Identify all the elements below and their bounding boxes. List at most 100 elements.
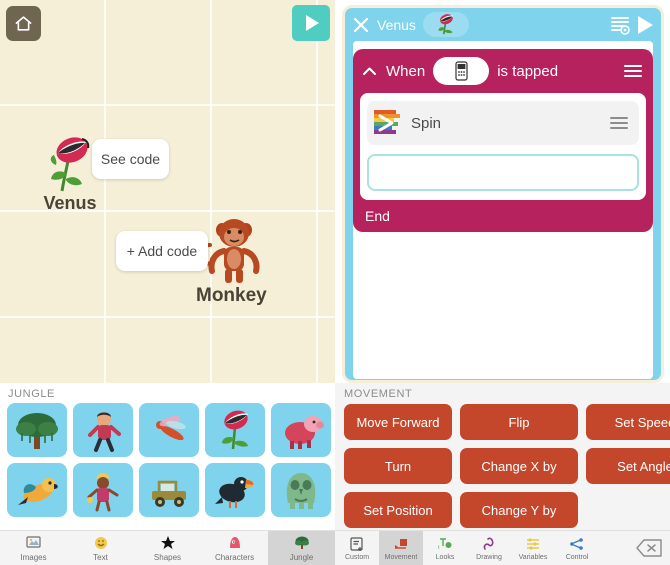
- text-icon: [93, 535, 109, 551]
- tab-images[interactable]: Images: [0, 531, 67, 565]
- tab-shapes[interactable]: Shapes: [134, 531, 201, 565]
- see-code-button[interactable]: See code: [92, 139, 169, 179]
- block-move-forward[interactable]: Move Forward: [344, 404, 452, 440]
- close-icon[interactable]: [352, 16, 370, 34]
- tab-label-images: Images: [20, 553, 47, 562]
- tab-label-characters: Characters: [214, 553, 255, 562]
- sprite-tile-tree[interactable]: [7, 403, 67, 457]
- dragonfly-icon: [156, 415, 186, 441]
- tab-movement[interactable]: Movement: [379, 530, 423, 565]
- play-button[interactable]: [292, 5, 330, 41]
- venus-flytrap-sprite: [438, 14, 454, 35]
- block-change-x-by[interactable]: Change X by: [460, 448, 578, 484]
- editor-sprite-thumb[interactable]: [422, 12, 469, 37]
- block-set-position[interactable]: Set Position: [344, 492, 452, 528]
- movement-palette-title: MOVEMENT: [344, 388, 413, 400]
- sprite-tile-venus-flytrap[interactable]: [205, 403, 265, 457]
- device-icon: [455, 61, 468, 81]
- block-body: Spin: [353, 93, 653, 200]
- jeep-icon: [152, 480, 186, 507]
- tab-text[interactable]: Text: [67, 531, 134, 565]
- play-icon[interactable]: [638, 15, 653, 34]
- block-set-speed[interactable]: Set Speed: [586, 404, 670, 440]
- sprite-tile-jeep[interactable]: [139, 463, 199, 517]
- tab-label-control: Control: [565, 553, 589, 561]
- rainbow-block-icon: [374, 110, 400, 134]
- spin-block[interactable]: Spin: [367, 101, 639, 145]
- device-slot[interactable]: [433, 57, 490, 85]
- chevron-up-icon[interactable]: [361, 63, 378, 80]
- sprite-tile-parrot[interactable]: [7, 463, 67, 517]
- sprite-tile-dancer[interactable]: [73, 463, 133, 517]
- tab-label-jungle: Jungle: [289, 553, 314, 562]
- end-label: End: [365, 208, 390, 224]
- jungle-boy-icon: [88, 412, 121, 452]
- empty-drop-slot[interactable]: [367, 154, 639, 191]
- character-venus[interactable]: Venus: [42, 133, 98, 214]
- add-code-button[interactable]: + Add code: [116, 231, 208, 271]
- home-icon: [15, 16, 32, 31]
- when-tapped-block[interactable]: When is tapped: [353, 49, 653, 93]
- tab-jungle[interactable]: Jungle: [268, 531, 335, 565]
- parrot-icon: [18, 478, 58, 505]
- tab-label-movement: Movement: [384, 553, 418, 561]
- tab-label-shapes: Shapes: [153, 553, 182, 562]
- svg-text:t: t: [438, 545, 440, 551]
- tab-characters[interactable]: Characters: [201, 531, 268, 565]
- control-icon: [569, 536, 585, 552]
- drawing-icon: [481, 536, 497, 552]
- sprite-tile-toucan[interactable]: [205, 463, 265, 517]
- tab-control[interactable]: Control: [555, 531, 599, 565]
- tab-label-text: Text: [93, 553, 108, 562]
- stage-canvas[interactable]: Venus Monkey See code + Add code: [0, 0, 335, 383]
- sprite-tile-boar[interactable]: [271, 403, 331, 457]
- green-monster-icon: [286, 473, 316, 509]
- block-change-y-by[interactable]: Change Y by: [460, 492, 578, 528]
- sprite-tile-grid: [0, 403, 335, 517]
- tab-label-looks: Looks: [435, 553, 455, 561]
- block-set-angle[interactable]: Set Angle: [586, 448, 670, 484]
- tab-variables[interactable]: Variables: [511, 531, 555, 565]
- jungle-tree-icon: [294, 535, 310, 551]
- left-tabbar: Images Text Shapes Characters Jungle: [0, 530, 335, 565]
- delete-backspace-icon[interactable]: [635, 538, 663, 558]
- hamburger-icon[interactable]: [623, 63, 643, 79]
- home-button[interactable]: [6, 6, 41, 41]
- play-icon: [306, 15, 319, 31]
- dancer-icon: [87, 473, 119, 512]
- view-list-icon[interactable]: [609, 14, 631, 36]
- variables-icon: [525, 536, 541, 552]
- hamburger-icon[interactable]: [609, 115, 629, 131]
- sprite-tile-green-monster[interactable]: [271, 463, 331, 517]
- tab-looks[interactable]: t Looks: [423, 531, 467, 565]
- editor-header: Venus: [345, 8, 661, 41]
- movement-block-grid: Move Forward Flip Set Speed Turn Change …: [335, 404, 670, 528]
- end-block: End: [353, 200, 653, 232]
- right-tabbar: Custom Movement t Looks Drawing Variable…: [335, 530, 670, 565]
- stage-screen: Venus Monkey See code + Add code JUNGLE …: [0, 0, 335, 565]
- venus-flytrap-sprite: [50, 137, 90, 192]
- sprite-tile-jungle-boy[interactable]: [73, 403, 133, 457]
- spin-block-label: Spin: [411, 114, 442, 132]
- toucan-icon: [215, 477, 254, 508]
- palette-title: JUNGLE: [8, 388, 55, 400]
- sprite-tile-dragonfly[interactable]: [139, 403, 199, 457]
- editor-frame: Venus When is tapped Spin End: [342, 5, 664, 383]
- looks-icon: t: [437, 536, 453, 552]
- movement-palette: MOVEMENT Move Forward Flip Set Speed Tur…: [335, 383, 670, 530]
- character-name-monkey: Monkey: [196, 285, 267, 306]
- tree-icon: [16, 413, 58, 449]
- tab-drawing[interactable]: Drawing: [467, 531, 511, 565]
- shapes-icon: [160, 535, 176, 551]
- character-name-venus: Venus: [43, 193, 97, 213]
- tab-label-drawing: Drawing: [476, 553, 502, 561]
- custom-icon: [349, 536, 365, 552]
- tab-custom[interactable]: Custom: [335, 531, 379, 565]
- boar-icon: [285, 416, 324, 449]
- block-flip[interactable]: Flip: [460, 404, 578, 440]
- editor-title: Venus: [377, 16, 416, 33]
- code-editor-screen: Venus When is tapped Spin End MOVEMENT M…: [335, 0, 670, 565]
- script-area[interactable]: When is tapped Spin End: [353, 41, 653, 379]
- when-suffix-label: is tapped: [497, 62, 559, 80]
- block-turn[interactable]: Turn: [344, 448, 452, 484]
